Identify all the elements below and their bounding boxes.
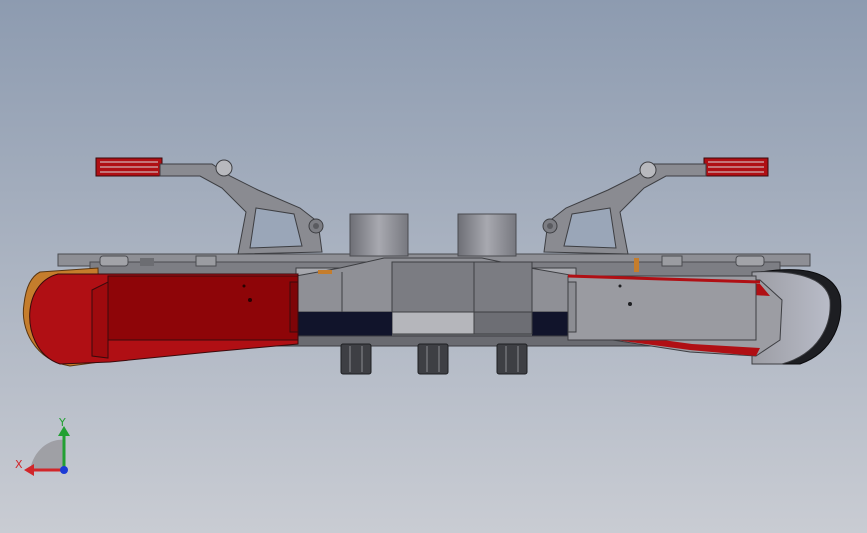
z-axis-dot-icon [60,466,68,474]
x-axis-arrow-icon [24,464,34,476]
triad-plane [30,439,64,470]
x-axis-label: X [15,458,23,471]
y-axis-label: Y [58,416,66,429]
coordinate-triad: Y X [15,416,70,476]
graphics-viewport[interactable]: Y X [0,0,867,533]
